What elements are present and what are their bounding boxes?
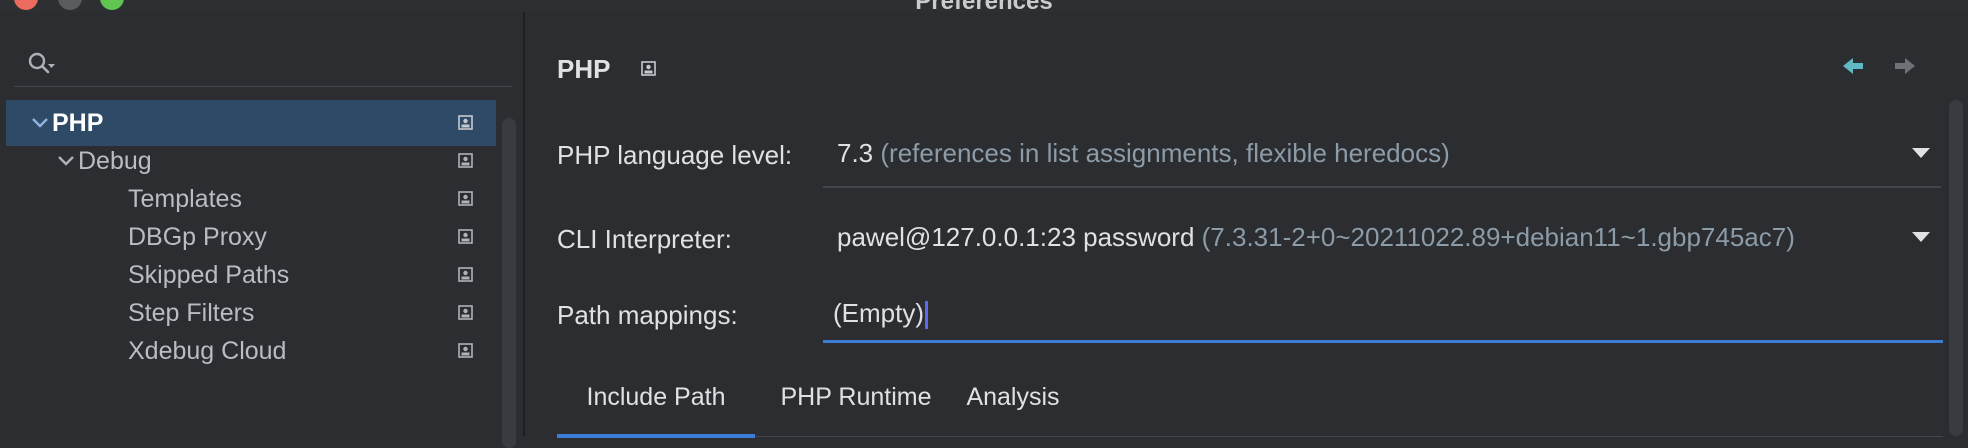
page-title: PHP xyxy=(557,54,611,84)
title-bar: Preferences xyxy=(0,0,1968,12)
tree-item-xdebug-cloud[interactable]: Xdebug Cloud xyxy=(6,328,496,374)
tab-php-runtime[interactable]: PHP Runtime xyxy=(775,366,937,434)
language-level-detail: (references in list assignments, flexibl… xyxy=(880,138,1450,168)
settings-sidebar: PHP Debug Templates DBGp Proxy Skipped P… xyxy=(0,12,525,448)
project-page-icon xyxy=(458,115,473,130)
settings-search-field[interactable] xyxy=(14,44,512,87)
window-title: Preferences xyxy=(0,0,1968,12)
chevron-down-icon[interactable] xyxy=(28,111,52,135)
text-cursor xyxy=(925,301,928,330)
language-level-version: 7.3 xyxy=(837,138,874,168)
chevron-down-icon[interactable] xyxy=(54,149,78,173)
settings-tabs: Include Path PHP Runtime Analysis xyxy=(557,366,1943,438)
language-level-value: 7.3 (references in list assignments, fle… xyxy=(837,138,1450,169)
project-page-icon xyxy=(458,191,473,206)
arrow-right-icon[interactable] xyxy=(1891,52,1919,80)
arrow-left-icon[interactable] xyxy=(1839,52,1867,80)
project-page-icon xyxy=(458,153,473,168)
cli-interpreter-dropdown[interactable]: pawel@127.0.0.1:23 password (7.3.31-2+0~… xyxy=(823,206,1941,270)
dropdown-arrow-icon[interactable] xyxy=(1911,146,1931,160)
project-page-icon xyxy=(641,61,656,76)
tab-include-path[interactable]: Include Path xyxy=(557,366,755,438)
project-page-icon xyxy=(458,267,473,282)
content-scrollbar[interactable] xyxy=(1949,100,1963,436)
language-level-dropdown[interactable]: 7.3 (references in list assignments, fle… xyxy=(823,122,1941,188)
path-mappings-label: Path mappings: xyxy=(557,300,738,330)
dropdown-arrow-icon[interactable] xyxy=(1911,230,1931,244)
cli-interpreter-detail: (7.3.31-2+0~20211022.89+debian11~1.gbp74… xyxy=(1201,222,1795,252)
project-page-icon xyxy=(458,229,473,244)
path-mappings-value: (Empty) xyxy=(833,298,928,330)
language-level-label: PHP language level: xyxy=(557,140,793,170)
cli-interpreter-label: CLI Interpreter: xyxy=(557,224,732,254)
path-mappings-text: (Empty) xyxy=(833,298,924,328)
path-mappings-field[interactable]: (Empty) xyxy=(823,290,1943,343)
sidebar-scrollbar[interactable] xyxy=(502,118,516,448)
tab-analysis[interactable]: Analysis xyxy=(957,366,1069,434)
cli-interpreter-name: pawel@127.0.0.1:23 password xyxy=(837,222,1195,252)
tree-item-label: Xdebug Cloud xyxy=(128,337,287,365)
settings-content: PHP PHP language level: 7.3 (references … xyxy=(525,12,1968,438)
project-page-icon xyxy=(458,305,473,320)
project-page-icon xyxy=(458,343,473,358)
cli-interpreter-value: pawel@127.0.0.1:23 password (7.3.31-2+0~… xyxy=(837,222,1795,253)
search-icon[interactable] xyxy=(26,50,56,80)
